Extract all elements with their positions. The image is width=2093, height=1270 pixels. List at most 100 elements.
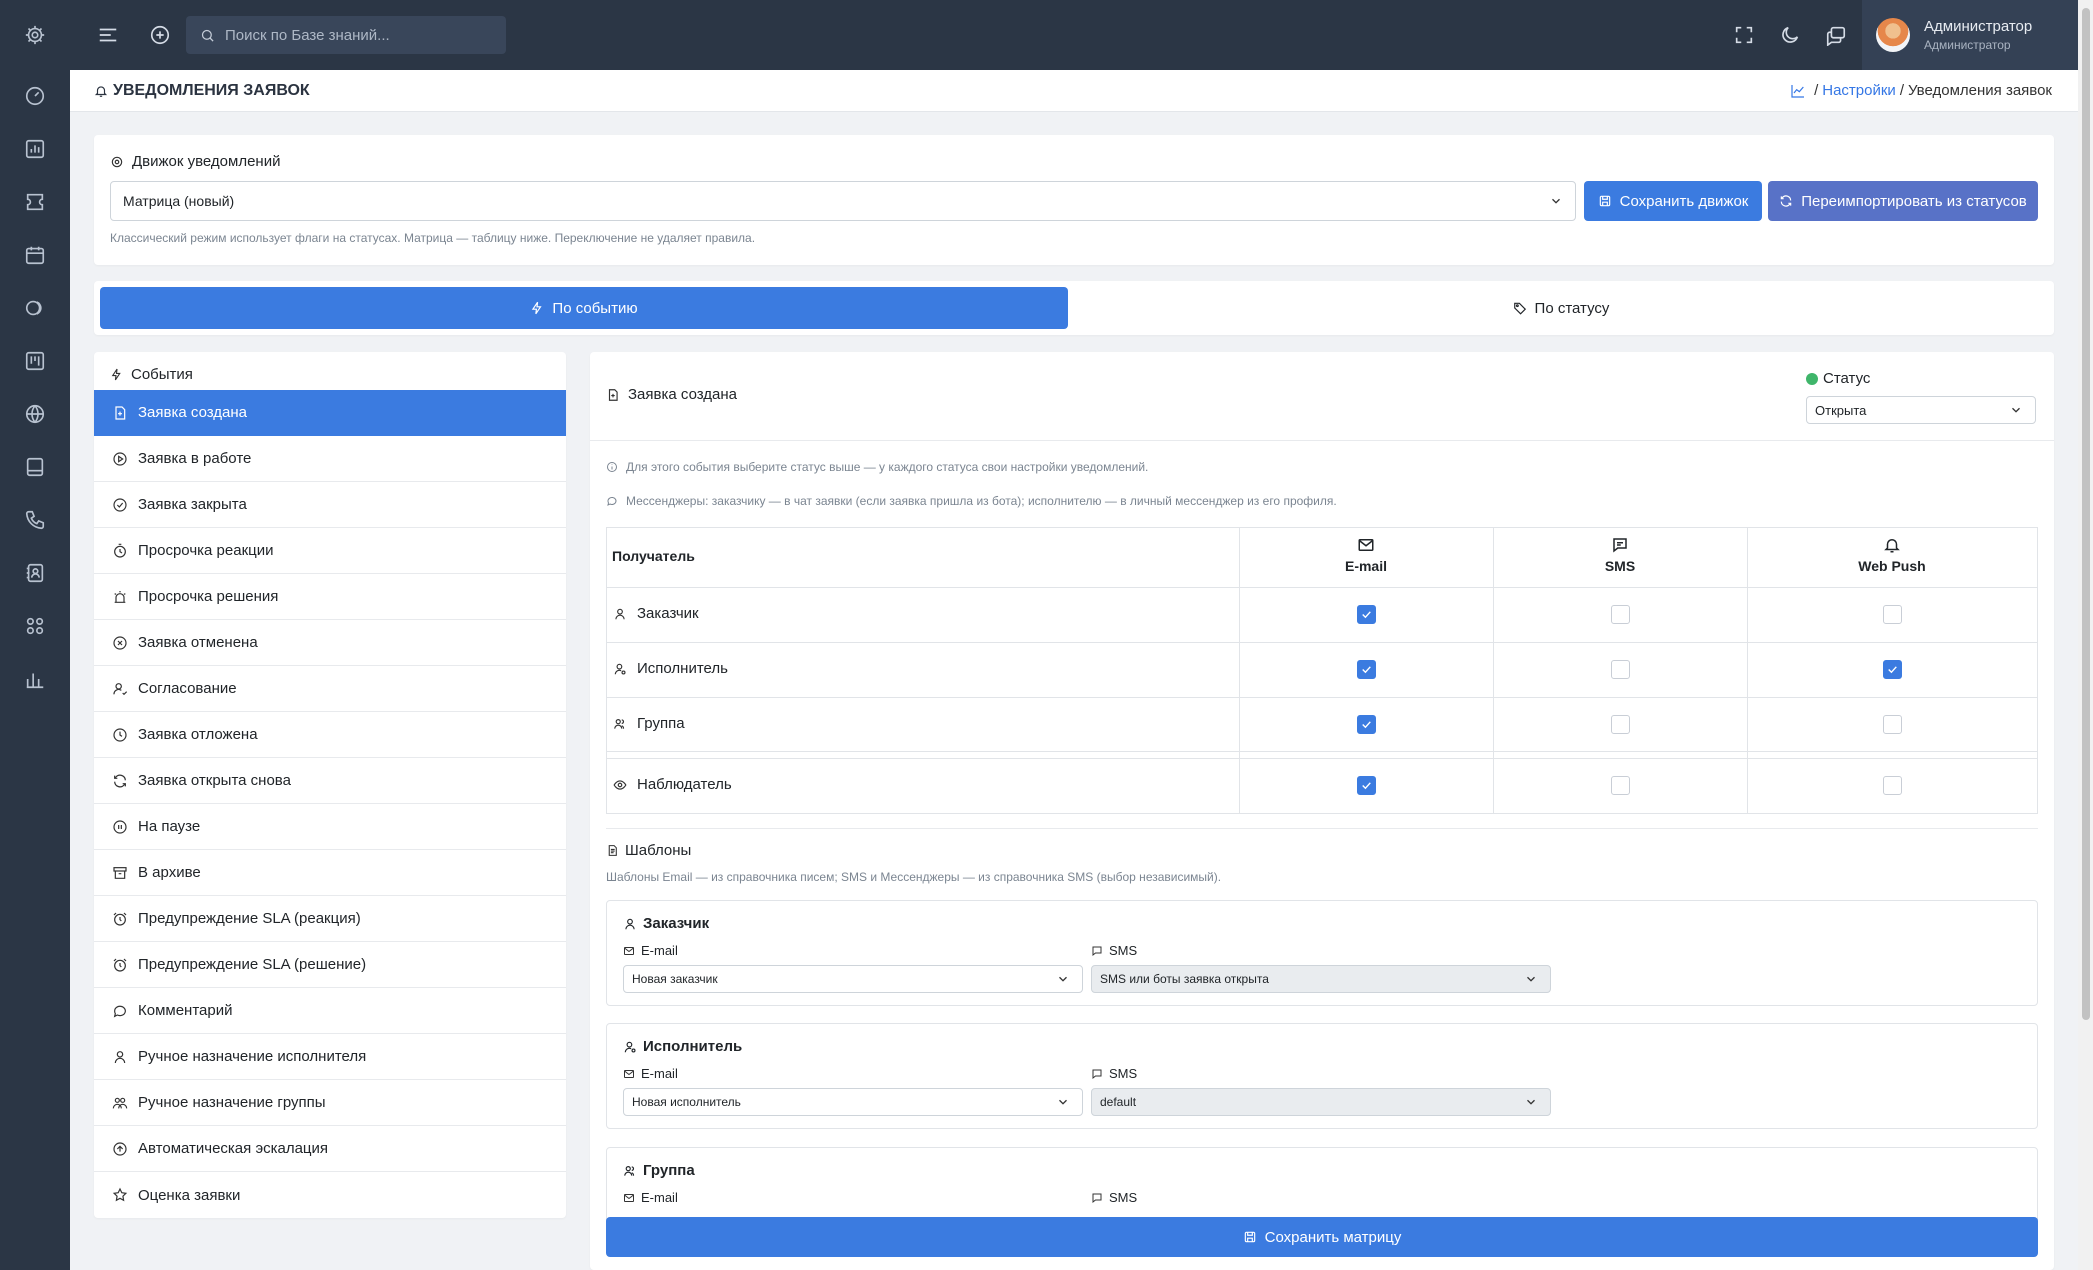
user-name: Администратор — [1924, 18, 2033, 35]
status-label-text: Статус — [1823, 370, 1871, 387]
engine-select[interactable]: Матрица (новый) — [110, 181, 1576, 221]
checkbox-group-sms[interactable] — [1611, 715, 1630, 734]
bell-icon — [94, 86, 108, 97]
checkbox-customer-email[interactable] — [1357, 605, 1376, 624]
add-circle-icon[interactable] — [148, 23, 172, 47]
dashboard-gauge-icon[interactable] — [23, 84, 47, 108]
event-item[interactable]: Заявка отменена — [94, 620, 566, 666]
eye-icon — [613, 779, 627, 790]
fullscreen-icon[interactable] — [1732, 23, 1756, 47]
check-icon — [1362, 666, 1371, 674]
book-icon[interactable] — [23, 455, 47, 479]
save-matrix-button[interactable]: Сохранить матрицу — [606, 1217, 2038, 1257]
event-item[interactable]: Заявка закрыта — [94, 482, 566, 528]
user-check-icon — [113, 682, 128, 695]
save-engine-button[interactable]: Сохранить движок — [1584, 181, 1762, 221]
event-item[interactable]: Согласование — [94, 666, 566, 712]
page-scrollbar[interactable] — [2078, 0, 2093, 1270]
gear-icon[interactable] — [23, 23, 47, 47]
event-item[interactable]: Просрочка реакции — [94, 528, 566, 574]
checkbox-group-push[interactable] — [1883, 715, 1902, 734]
tab-by-status[interactable]: По статусу — [1074, 287, 2048, 329]
checkbox-observer-push[interactable] — [1883, 776, 1902, 795]
cog-icon — [111, 156, 123, 167]
template-card-title-text: Заказчик — [643, 915, 710, 932]
chart-icon[interactable] — [23, 137, 47, 161]
chat-bubbles-icon[interactable] — [1824, 23, 1848, 47]
email-template-select[interactable]: Новая заказчик — [623, 965, 1083, 993]
email-template-select[interactable]: Новая исполнитель — [623, 1088, 1083, 1116]
events-header-text: События — [131, 365, 193, 383]
tag-icon — [1513, 302, 1526, 315]
contacts-book-icon[interactable] — [23, 561, 47, 585]
event-item[interactable]: Предупреждение SLA (реакция) — [94, 896, 566, 942]
status-select-value: Открыта — [1815, 402, 1867, 418]
checkbox-customer-sms[interactable] — [1611, 605, 1630, 624]
event-item[interactable]: Ручное назначение исполнителя — [94, 1034, 566, 1080]
sms-field-label: SMS — [1091, 943, 1137, 958]
template-card-executor: Исполнитель E-mail SMS Новая исполнитель… — [606, 1023, 2038, 1129]
engine-label: Движок уведомлений — [110, 153, 280, 170]
save-matrix-label: Сохранить матрицу — [1264, 1228, 1402, 1246]
envelope-icon — [624, 1069, 634, 1078]
kanban-icon[interactable] — [23, 349, 47, 373]
ticket-icon[interactable] — [23, 190, 47, 214]
scrollbar-thumb[interactable] — [2082, 8, 2090, 1020]
bar-stats-icon[interactable] — [23, 667, 47, 691]
event-item[interactable]: Заявка отложена — [94, 712, 566, 758]
checkbox-observer-sms[interactable] — [1611, 776, 1630, 795]
tab-by-event[interactable]: По событию — [100, 287, 1068, 329]
sms-label-text: SMS — [1109, 1066, 1138, 1081]
menu-toggle-icon[interactable] — [96, 23, 120, 47]
event-item[interactable]: Комментарий — [94, 988, 566, 1034]
moon-icon[interactable] — [1778, 23, 1802, 47]
status-select[interactable]: Открыта — [1806, 396, 2036, 424]
event-item[interactable]: В архиве — [94, 850, 566, 896]
checkbox-executor-email[interactable] — [1357, 660, 1376, 679]
templates-title: Шаблоны — [606, 842, 691, 859]
alarm-clock-icon — [113, 958, 127, 972]
checkbox-executor-push[interactable] — [1883, 660, 1902, 679]
coins-icon[interactable] — [23, 296, 47, 320]
event-item[interactable]: Автоматическая эскалация — [94, 1126, 566, 1172]
event-item[interactable]: Заявка в работе — [94, 436, 566, 482]
search-input[interactable] — [225, 26, 495, 44]
grid-line — [607, 751, 2037, 752]
knowledge-search[interactable] — [186, 16, 506, 54]
event-item[interactable]: Ручное назначение группы — [94, 1080, 566, 1126]
select-value: SMS или боты заявка открыта — [1100, 972, 1269, 986]
check-icon — [1888, 666, 1897, 674]
checkbox-group-email[interactable] — [1357, 715, 1376, 734]
breadcrumb-separator: / — [1814, 82, 1819, 99]
sms-template-select[interactable]: SMS или боты заявка открыта — [1091, 965, 1551, 993]
info-icon — [607, 462, 617, 472]
apps-grid-icon[interactable] — [23, 614, 47, 638]
top-bar: Администратор Администратор — [70, 0, 2078, 70]
event-item[interactable]: На паузе — [94, 804, 566, 850]
recipient-name: Группа — [637, 715, 685, 732]
event-title: Заявка создана — [606, 386, 737, 403]
phone-icon[interactable] — [23, 508, 47, 532]
calendar-icon[interactable] — [23, 243, 47, 267]
file-plus-icon — [608, 388, 618, 401]
user-menu[interactable]: Администратор Администратор — [1862, 0, 2078, 70]
checkbox-customer-push[interactable] — [1883, 605, 1902, 624]
template-card-title: Исполнитель — [623, 1038, 742, 1055]
chevron-down-icon — [1056, 972, 1070, 986]
event-label: Заявка отменена — [138, 634, 258, 651]
event-item[interactable]: Оценка заявки — [94, 1172, 566, 1218]
grid-line — [1747, 759, 1748, 813]
event-item[interactable]: Просрочка решения — [94, 574, 566, 620]
chevron-down-icon — [1549, 194, 1563, 208]
event-item[interactable]: Предупреждение SLA (решение) — [94, 942, 566, 988]
chart-line-icon[interactable] — [1790, 83, 1806, 99]
checkbox-observer-email[interactable] — [1357, 776, 1376, 795]
sms-template-select[interactable]: default — [1091, 1088, 1551, 1116]
event-item[interactable]: Заявка открыта снова — [94, 758, 566, 804]
breadcrumb-settings-link[interactable]: Настройки — [1822, 82, 1896, 99]
globe-icon[interactable] — [23, 402, 47, 426]
users-icon — [112, 1097, 128, 1108]
event-item[interactable]: Заявка создана — [94, 390, 566, 436]
reimport-button[interactable]: Переимпортировать из статусов — [1768, 181, 2038, 221]
checkbox-executor-sms[interactable] — [1611, 660, 1630, 679]
